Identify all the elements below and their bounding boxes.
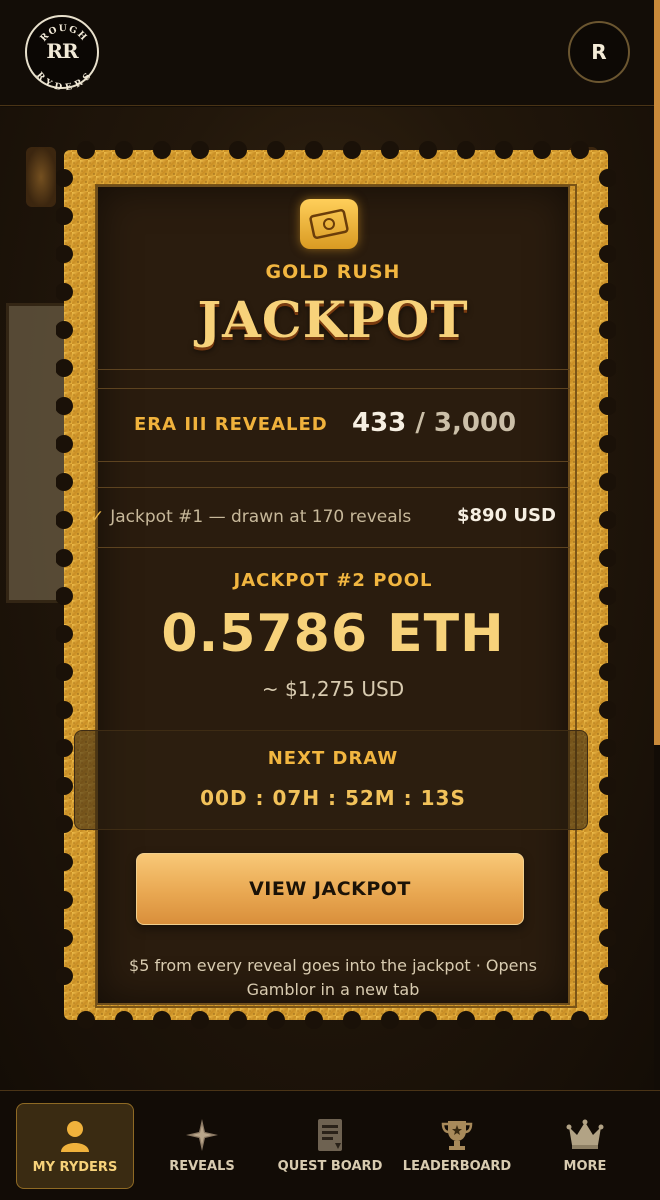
pool-amount: 0.5786 ETH xyxy=(161,604,505,664)
divider xyxy=(96,547,570,548)
nav-more[interactable]: MORE xyxy=(536,1103,634,1189)
ticket-icon xyxy=(300,199,358,249)
next-draw-label: NEXT DRAW xyxy=(267,748,399,769)
jackpot-title: JACKPOT xyxy=(197,290,469,349)
countdown-timer: 00D : 07H : 52M : 13S xyxy=(200,786,466,810)
document-icon xyxy=(318,1119,342,1151)
revealed-count: 433 xyxy=(352,408,407,438)
top-header: ROUGH RYDERS RR R xyxy=(0,0,660,106)
divider xyxy=(96,487,570,488)
nav-label: MY RYDERS xyxy=(32,1160,118,1175)
profile-avatar-button[interactable]: R xyxy=(568,21,630,83)
divider xyxy=(96,369,570,370)
crown-icon xyxy=(566,1119,604,1149)
nav-quest-board[interactable]: QUEST BOARD xyxy=(272,1103,388,1189)
user-icon xyxy=(61,1121,89,1152)
rough-ryders-logo[interactable]: ROUGH RYDERS RR xyxy=(25,15,99,91)
scrollbar[interactable] xyxy=(654,0,660,745)
nav-label: LEADERBOARD xyxy=(402,1159,512,1174)
logo-text-bottom: RYDERS xyxy=(34,71,93,91)
nav-reveals[interactable]: REVEALS xyxy=(150,1103,254,1189)
era-revealed-label: ERA III REVEALED xyxy=(134,414,328,435)
trophy-icon xyxy=(441,1121,473,1150)
checkmark-icon: ✓ xyxy=(90,507,105,527)
divider xyxy=(96,461,570,462)
compass-star-icon xyxy=(186,1119,218,1151)
view-jackpot-button[interactable]: VIEW JACKPOT xyxy=(136,853,524,925)
lamp-left xyxy=(26,147,56,207)
pool-usd: ~ $1,275 USD xyxy=(261,677,405,701)
nav-label: QUEST BOARD xyxy=(277,1159,383,1174)
bottom-nav: MY RYDERS REVEALS QUEST BOARD LEADERBOAR… xyxy=(0,1090,660,1200)
jackpot-footnote: $5 from every reveal goes into the jackp… xyxy=(129,956,537,999)
nav-label: REVEALS xyxy=(169,1159,235,1174)
logo-monogram: RR xyxy=(46,39,78,63)
next-draw-box xyxy=(74,730,588,830)
past-jackpot-row: ✓ Jackpot #1 — drawn at 170 reveals xyxy=(90,507,411,527)
divider xyxy=(96,388,570,389)
pool-label: JACKPOT #2 POOL xyxy=(233,570,433,591)
past-jackpot-text: Jackpot #1 — drawn at 170 reveals xyxy=(110,507,412,527)
nav-label: MORE xyxy=(563,1159,607,1174)
gold-rush-kicker: GOLD RUSH xyxy=(265,261,401,283)
svg-text:RYDERS: RYDERS xyxy=(34,71,94,91)
past-jackpot-amount: $890 USD xyxy=(457,505,556,526)
nav-leaderboard[interactable]: LEADERBOARD xyxy=(398,1103,516,1189)
total-count: / 3,000 xyxy=(415,408,517,438)
nav-my-ryders[interactable]: MY RYDERS xyxy=(16,1103,134,1189)
era-revealed-count: 433 / 3,000 xyxy=(352,408,516,438)
